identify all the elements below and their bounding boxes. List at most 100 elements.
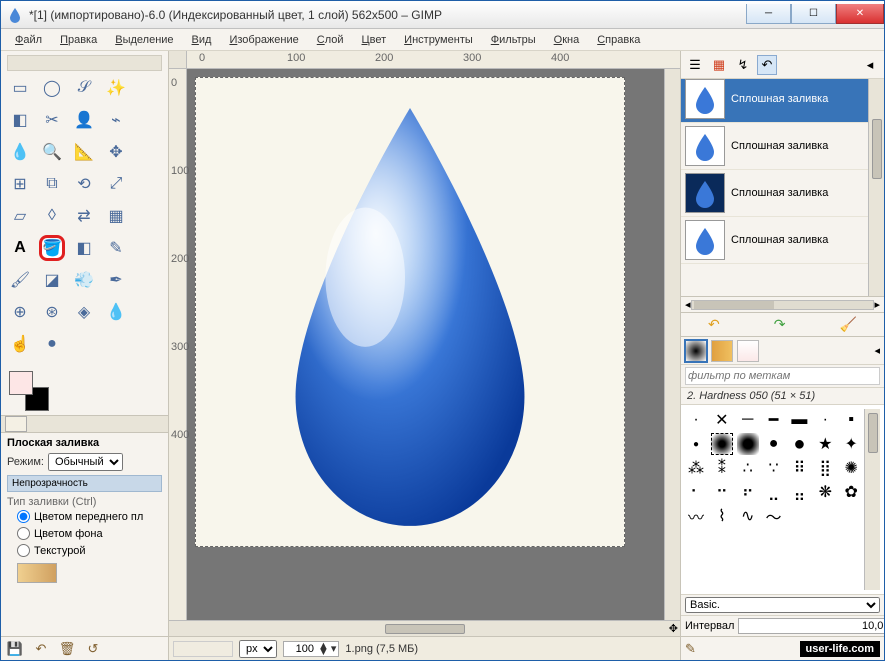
maximize-button[interactable]: ☐ bbox=[791, 4, 836, 24]
zoom-tool[interactable]: 🔍 bbox=[39, 139, 65, 165]
blur-tool[interactable]: 💧 bbox=[103, 299, 129, 325]
brush-item[interactable]: ⠖ bbox=[737, 481, 759, 503]
zoom-spin[interactable]: ▲▼▾ bbox=[283, 641, 339, 657]
brush-item[interactable]: ● bbox=[788, 433, 810, 455]
fill-pattern-radio[interactable] bbox=[17, 544, 30, 557]
canvas-viewport[interactable] bbox=[187, 69, 664, 620]
cage-tool[interactable]: ▦ bbox=[103, 203, 129, 229]
rotate-tool[interactable]: ⟲ bbox=[71, 171, 97, 197]
brush-item[interactable]: ✺ bbox=[840, 457, 862, 479]
brush-item[interactable]: ⌇ bbox=[711, 505, 733, 527]
brush-item[interactable]: ⠒ bbox=[711, 481, 733, 503]
tool-options-tab[interactable] bbox=[5, 416, 27, 432]
brush-filter-input[interactable] bbox=[685, 367, 880, 385]
airbrush-tool[interactable]: 💨 bbox=[71, 267, 97, 293]
history-item[interactable]: Сплошная заливка bbox=[681, 123, 868, 170]
heal-tool[interactable]: ⊛ bbox=[39, 299, 65, 325]
shear-tool[interactable]: ▱ bbox=[7, 203, 33, 229]
canvas[interactable] bbox=[195, 77, 625, 547]
crop-tool[interactable]: ⧉ bbox=[39, 171, 65, 197]
nav-icon[interactable]: ✥ bbox=[669, 622, 678, 635]
history-item[interactable]: Сплошная заливка bbox=[681, 170, 868, 217]
history-vscroll[interactable] bbox=[868, 79, 884, 296]
measure-tool[interactable]: 📐 bbox=[71, 139, 97, 165]
brush-item[interactable]: ∿ bbox=[737, 505, 759, 527]
eyedropper-tool[interactable]: 💧 bbox=[7, 139, 33, 165]
brush-item[interactable]: ★ bbox=[814, 433, 836, 455]
ellipse-select-tool[interactable]: ◯ bbox=[39, 75, 65, 101]
flip-tool[interactable]: ⇄ bbox=[71, 203, 97, 229]
edit-brush-icon[interactable]: ✎ bbox=[685, 641, 696, 657]
brush-tool[interactable]: 🖌 bbox=[7, 267, 33, 293]
brush-item[interactable]: ⠂ bbox=[685, 481, 707, 503]
menu-select[interactable]: Выделение bbox=[107, 32, 181, 48]
perspective-tool[interactable]: ◊ bbox=[39, 203, 65, 229]
channels-tab-icon[interactable]: ▦ bbox=[709, 55, 729, 75]
menu-color[interactable]: Цвет bbox=[354, 32, 395, 48]
menu-tools[interactable]: Инструменты bbox=[396, 32, 481, 48]
history-item[interactable]: Сплошная заливка bbox=[681, 217, 868, 264]
brush-item[interactable]: ✦ bbox=[840, 433, 862, 455]
fill-bg-radio[interactable] bbox=[17, 527, 30, 540]
foreground-select-tool[interactable]: 👤 bbox=[71, 107, 97, 133]
brush-item[interactable]: ❋ bbox=[814, 481, 836, 503]
gradient-tool[interactable]: ◧ bbox=[71, 235, 97, 261]
text-tool[interactable]: A bbox=[7, 235, 33, 261]
hscrollbar[interactable]: ✥ bbox=[169, 620, 680, 636]
paths-tab-icon[interactable]: ↯ bbox=[733, 55, 753, 75]
menu-image[interactable]: Изображение bbox=[221, 32, 306, 48]
menu-help[interactable]: Справка bbox=[589, 32, 648, 48]
brush-item[interactable]: · bbox=[814, 409, 836, 431]
perspective-clone-tool[interactable]: ◈ bbox=[71, 299, 97, 325]
zoom-input[interactable] bbox=[286, 642, 316, 656]
scroll-right-icon[interactable]: ▸ bbox=[874, 298, 880, 311]
brush-item[interactable]: ⁑ bbox=[711, 457, 733, 479]
patterns-tab[interactable] bbox=[711, 340, 733, 362]
unit-select[interactable]: px bbox=[239, 640, 277, 658]
paths-tool[interactable]: ⌁ bbox=[103, 107, 129, 133]
reset-options-icon[interactable]: ↺ bbox=[85, 641, 101, 657]
brush-item[interactable]: 〜 bbox=[763, 505, 785, 527]
menu-layer[interactable]: Слой bbox=[309, 32, 352, 48]
color-select-tool[interactable]: ◧ bbox=[7, 107, 33, 133]
menu-filters[interactable]: Фильтры bbox=[483, 32, 544, 48]
eraser-tool[interactable]: ◪ bbox=[39, 267, 65, 293]
brush-item[interactable] bbox=[737, 433, 759, 455]
clone-tool[interactable]: ⊕ bbox=[7, 299, 33, 325]
mode-select[interactable]: Обычный bbox=[48, 453, 123, 471]
menu-windows[interactable]: Окна bbox=[546, 32, 588, 48]
brush-item[interactable]: ● bbox=[685, 433, 707, 455]
brush-item[interactable]: ⣿ bbox=[814, 457, 836, 479]
restore-options-icon[interactable]: ↶ bbox=[33, 641, 49, 657]
brush-item[interactable]: ─ bbox=[737, 409, 759, 431]
pencil-tool[interactable]: ✎ bbox=[103, 235, 129, 261]
brush-item[interactable]: ∴ bbox=[737, 457, 759, 479]
redo-icon[interactable]: ↷ bbox=[774, 316, 786, 333]
brush-item[interactable]: ▬ bbox=[788, 409, 810, 431]
menu-file[interactable]: Файл bbox=[7, 32, 50, 48]
brushes-tab[interactable] bbox=[685, 340, 707, 362]
menu-edit[interactable]: Правка bbox=[52, 32, 105, 48]
vscrollbar[interactable] bbox=[664, 69, 680, 620]
brush-item[interactable]: ━ bbox=[763, 409, 785, 431]
scale-tool[interactable]: ⤢ bbox=[103, 171, 129, 197]
brush-dock-menu-icon[interactable]: ◂ bbox=[874, 344, 880, 357]
save-options-icon[interactable]: 💾 bbox=[7, 641, 23, 657]
brush-item[interactable]: ▪ bbox=[840, 409, 862, 431]
undo-icon[interactable]: ↶ bbox=[708, 316, 720, 333]
opacity-slider[interactable]: Непрозрачность bbox=[7, 475, 162, 492]
brush-item[interactable]: · bbox=[685, 409, 707, 431]
brush-item[interactable]: ✕ bbox=[711, 409, 733, 431]
brush-item[interactable]: ⣤ bbox=[788, 481, 810, 503]
move-tool[interactable]: ✥ bbox=[103, 139, 129, 165]
gradients-tab[interactable] bbox=[737, 340, 759, 362]
brush-item[interactable]: ∵ bbox=[763, 457, 785, 479]
brush-item[interactable]: ⁂ bbox=[685, 457, 707, 479]
bucket-fill-tool[interactable]: 🪣 bbox=[39, 235, 65, 261]
brush-item[interactable]: 〰 bbox=[685, 505, 707, 527]
close-button[interactable]: ✕ bbox=[836, 4, 884, 24]
brush-item[interactable] bbox=[711, 433, 733, 455]
layers-tab-icon[interactable]: ☰ bbox=[685, 55, 705, 75]
rect-select-tool[interactable]: ▭ bbox=[7, 75, 33, 101]
history-item[interactable]: Сплошная заливка bbox=[681, 79, 868, 123]
